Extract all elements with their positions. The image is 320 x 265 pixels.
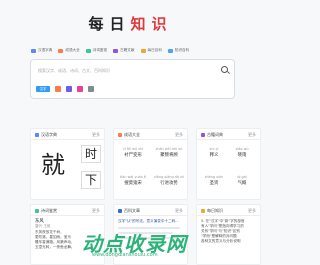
divider [31,215,104,216]
card-title: 成语大全 [124,132,140,137]
dict-icon [35,133,39,137]
nav-label: 成语大全 [65,48,80,52]
daily-card: 每日知识 更多 5. 在"汉字"中"新"字的部首 有人"学问"是指向得学习的 关… [196,204,261,265]
card-header: 成语大全 [118,132,140,138]
quick-link-4[interactable] [77,86,83,92]
word: 气概 [237,181,247,186]
card-title: 每日知识 [207,208,223,213]
classics-icon [113,48,119,53]
more-link[interactable]: 更多 [92,132,100,138]
divider [197,139,260,140]
nav-label: 知识百科 [174,48,190,52]
pinyin: zhǎn wéi rén xū [155,147,183,151]
article-headline[interactable]: 汉字"认"的写法、意义演变中十二码... [118,219,179,224]
more-link[interactable]: 更多 [248,208,256,214]
search-input[interactable]: 搜索汉字、成语、诗词、古文、百科知识 [38,68,110,74]
word-item[interactable]: xiǎo wú 晓雨 [231,147,253,158]
dict-card: 汉语字典 更多 就 时 下 [30,128,105,200]
word-item[interactable]: shèng xián 圣贤 [203,175,225,186]
word-item[interactable]: shì yì 释义 [203,147,225,158]
quick-link-5[interactable] [88,86,94,92]
nav-item-daily[interactable]: 每日百科 [140,48,162,53]
daily-item[interactable]: 各种文的意义与分析说明 [201,239,241,244]
card-title: 百科文章 [124,208,140,213]
poem-icon [85,48,91,53]
chart-icon [167,48,173,53]
idiom-card: 成语大全 更多 cì fēi wú zhī 衬尸变形 zhǎn wéi rén x… [113,128,188,200]
nav-label: 每日百科 [147,48,162,52]
word: 圣贤 [209,181,219,186]
divider [114,215,187,216]
daily-icon [140,48,146,53]
word: 晓雨 [237,153,247,158]
nav-label: 古籍文献 [120,48,135,52]
more-link[interactable]: 更多 [92,208,100,214]
quick-links: 汉字 [36,86,94,92]
idiom-icon [58,48,64,53]
divider [197,215,260,216]
idiom-item[interactable]: xiāng xiāng dǎ xǔ 行进攻势 [144,175,194,186]
nav-label: 诗词鉴赏 [92,48,108,52]
search-icon[interactable] [221,66,228,73]
poem-author: 唐代·王维 [35,224,51,228]
word: 释义 [209,153,219,158]
card-header: 古籍词典 [201,132,223,138]
related-character[interactable]: 时 [81,145,101,163]
idiom-icon [118,133,122,137]
card-title: 汉语字典 [41,132,57,137]
top-nav: 汉语字典 成语大全 诗词鉴赏 古籍文献 每日百科 知识百科 [31,48,189,53]
pinyin: xiǎo wú [235,147,249,151]
classics-icon [201,133,205,137]
nav-label: 汉语字典 [38,48,53,52]
dict-icon [31,48,36,53]
pinyin: xiāng xiāng dǎ xǔ [153,175,185,179]
card-header: 每日知识 [201,208,223,214]
word-item[interactable]: qì gài 气概 [231,175,253,186]
poem-line: 玉壶光转，一夜鱼龙舞。 [35,245,75,249]
search-box[interactable]: 搜索汉字、成语、诗词、古文、百科知识 汉字 [30,59,235,99]
logo-text-1: 每日 [88,15,131,33]
divider [114,139,187,140]
nav-item-poem[interactable]: 诗词鉴赏 [85,48,108,53]
daily-icon [201,209,205,213]
pinyin: qì gài [237,175,247,179]
nav-item-idiom[interactable]: 成语大全 [58,48,80,53]
quick-link-2[interactable] [55,86,61,92]
card-header: 百科文章 [118,208,140,214]
nav-item-dict[interactable]: 汉语字典 [31,48,52,53]
site-logo[interactable]: 每日知识 [0,13,261,34]
logo-text-2: 知识 [130,15,173,33]
idiom-word: 聚叛将顾 [160,153,178,158]
featured-character[interactable]: 就 [37,145,69,185]
idiom-item[interactable]: zhǎn wéi rén xū 聚叛将顾 [144,147,194,158]
card-header: 汉语字典 [35,132,57,138]
nav-item-wiki[interactable]: 知识百科 [167,48,190,53]
more-link[interactable]: 更多 [175,208,183,214]
card-title: 诗词鉴赏 [41,208,57,213]
quick-link-3[interactable] [66,86,72,92]
card-title: 古籍词典 [207,132,223,137]
card-header: 诗词鉴赏 [35,208,57,214]
poem-icon [35,209,39,213]
quick-link-hanzi[interactable]: 汉字 [36,86,50,92]
pinyin: shèng xián [204,175,224,179]
more-link[interactable]: 更多 [248,132,256,138]
more-link[interactable]: 更多 [175,132,183,138]
article-icon [118,209,122,213]
divider [31,139,104,140]
related-character[interactable]: 下 [81,171,101,189]
idiom-word: 行进攻势 [160,181,178,186]
classic-words-card: 古籍词典 更多 shì yì 释义 xiǎo wú 晓雨 shèng xián 圣贤 … [196,128,261,200]
pinyin: shì yì [209,147,219,151]
nav-item-classics[interactable]: 古籍文献 [113,48,135,53]
watermark-url: www.dongdianshoulu.com [92,252,158,258]
